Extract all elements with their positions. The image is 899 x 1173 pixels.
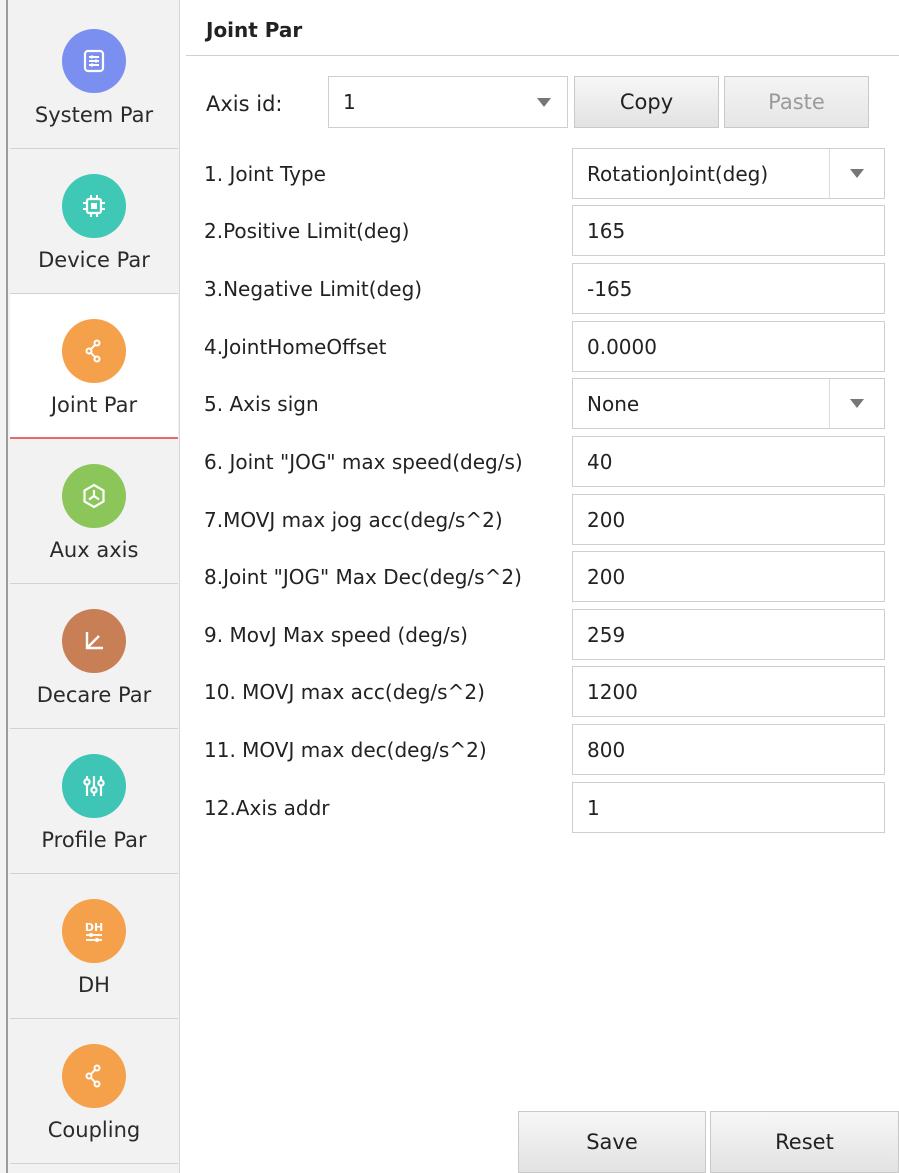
sidebar-item-label: Coupling bbox=[47, 1118, 141, 1142]
sidebar-item-aux-axis[interactable]: Aux axis bbox=[10, 439, 178, 584]
sidebar-item-label: Decare Par bbox=[36, 683, 152, 707]
param-input[interactable]: 0.0000 bbox=[572, 321, 885, 372]
param-label: 4.JointHomeOffset bbox=[204, 335, 387, 359]
chevron-down-icon bbox=[850, 399, 864, 408]
param-input[interactable]: 200 bbox=[572, 494, 885, 545]
aux-axis-icon bbox=[62, 464, 126, 528]
param-label: 8.Joint "JOG" Max Dec(deg/s^2) bbox=[204, 565, 522, 589]
param-input[interactable]: 1200 bbox=[572, 666, 885, 717]
param-value: 0.0000 bbox=[587, 335, 657, 359]
sidebar-item-label: Aux axis bbox=[49, 538, 139, 562]
dropdown-separator bbox=[829, 379, 830, 428]
param-select[interactable]: RotationJoint(deg) bbox=[572, 148, 885, 199]
svg-text:DH: DH bbox=[85, 921, 103, 934]
sidebar-item-label: Profile Par bbox=[41, 828, 147, 852]
param-value: 1200 bbox=[587, 680, 638, 704]
param-value: RotationJoint(deg) bbox=[587, 162, 769, 186]
sidebar-item-profile-par[interactable]: Profile Par bbox=[10, 729, 178, 874]
param-input[interactable]: 1 bbox=[572, 782, 885, 833]
param-input[interactable]: 800 bbox=[572, 724, 885, 775]
axis-id-value: 1 bbox=[343, 90, 356, 114]
param-input[interactable]: 200 bbox=[572, 551, 885, 602]
sidebar-item-decare-par[interactable]: Decare Par bbox=[10, 584, 178, 729]
param-label: 12.Axis addr bbox=[204, 796, 330, 820]
sliders-icon bbox=[62, 754, 126, 818]
sidebar-item-joint-par[interactable]: Joint Par bbox=[10, 294, 178, 439]
param-value: None bbox=[587, 392, 640, 416]
joint-icon bbox=[62, 319, 126, 383]
param-input[interactable]: -165 bbox=[572, 263, 885, 314]
coupling-icon bbox=[62, 1044, 126, 1108]
param-value: 1 bbox=[587, 796, 600, 820]
param-value: 259 bbox=[587, 623, 626, 647]
param-label: 2.Positive Limit(deg) bbox=[204, 219, 410, 243]
sidebar-item-label: System Par bbox=[34, 103, 154, 127]
sidebar: System Par Device Par Joint Par Aux axis… bbox=[0, 0, 180, 1173]
param-label: 9. MovJ Max speed (deg/s) bbox=[204, 623, 468, 647]
dropdown-separator bbox=[829, 149, 830, 198]
reset-button[interactable]: Reset bbox=[710, 1111, 899, 1173]
param-value: 200 bbox=[587, 565, 626, 589]
paste-button[interactable]: Paste bbox=[724, 76, 869, 128]
page-title: Joint Par bbox=[206, 18, 303, 42]
param-label: 6. Joint "JOG" max speed(deg/s) bbox=[204, 450, 523, 474]
param-value: 800 bbox=[587, 738, 626, 762]
sidebar-item-dh[interactable]: DH DH bbox=[10, 874, 178, 1019]
sidebar-item-system-par[interactable]: System Par bbox=[10, 4, 178, 149]
param-input[interactable]: 40 bbox=[572, 436, 885, 487]
param-label: 7.MOVJ max jog acc(deg/s^2) bbox=[204, 508, 503, 532]
sidebar-item-label: DH bbox=[78, 973, 110, 997]
param-label: 3.Negative Limit(deg) bbox=[204, 277, 423, 301]
chevron-down-icon bbox=[537, 98, 551, 107]
axis-id-select[interactable]: 1 bbox=[328, 76, 568, 128]
param-label: 10. MOVJ max acc(deg/s^2) bbox=[204, 680, 485, 704]
sidebar-item-label: Joint Par bbox=[50, 393, 138, 417]
param-label: 5. Axis sign bbox=[204, 392, 319, 416]
param-value: -165 bbox=[587, 277, 633, 301]
param-input[interactable]: 165 bbox=[572, 205, 885, 256]
param-value: 200 bbox=[587, 508, 626, 532]
dh-icon: DH bbox=[62, 899, 126, 963]
param-label: 11. MOVJ max dec(deg/s^2) bbox=[204, 738, 487, 762]
sidebar-item-label: Device Par bbox=[38, 248, 150, 272]
chip-icon bbox=[62, 174, 126, 238]
param-input[interactable]: 259 bbox=[572, 609, 885, 660]
chevron-down-icon bbox=[850, 169, 864, 178]
copy-button[interactable]: Copy bbox=[574, 76, 719, 128]
sidebar-item-coupling[interactable]: Coupling bbox=[10, 1019, 178, 1164]
param-label: 1. Joint Type bbox=[204, 162, 326, 186]
param-select[interactable]: None bbox=[572, 378, 885, 429]
param-value: 40 bbox=[587, 450, 613, 474]
axes-icon bbox=[62, 609, 126, 673]
header-divider bbox=[186, 55, 899, 56]
settings-list-icon bbox=[62, 29, 126, 93]
axis-id-label: Axis id: bbox=[206, 92, 283, 116]
param-value: 165 bbox=[587, 219, 626, 243]
sidebar-item-device-par[interactable]: Device Par bbox=[10, 149, 178, 294]
save-button[interactable]: Save bbox=[518, 1111, 706, 1173]
